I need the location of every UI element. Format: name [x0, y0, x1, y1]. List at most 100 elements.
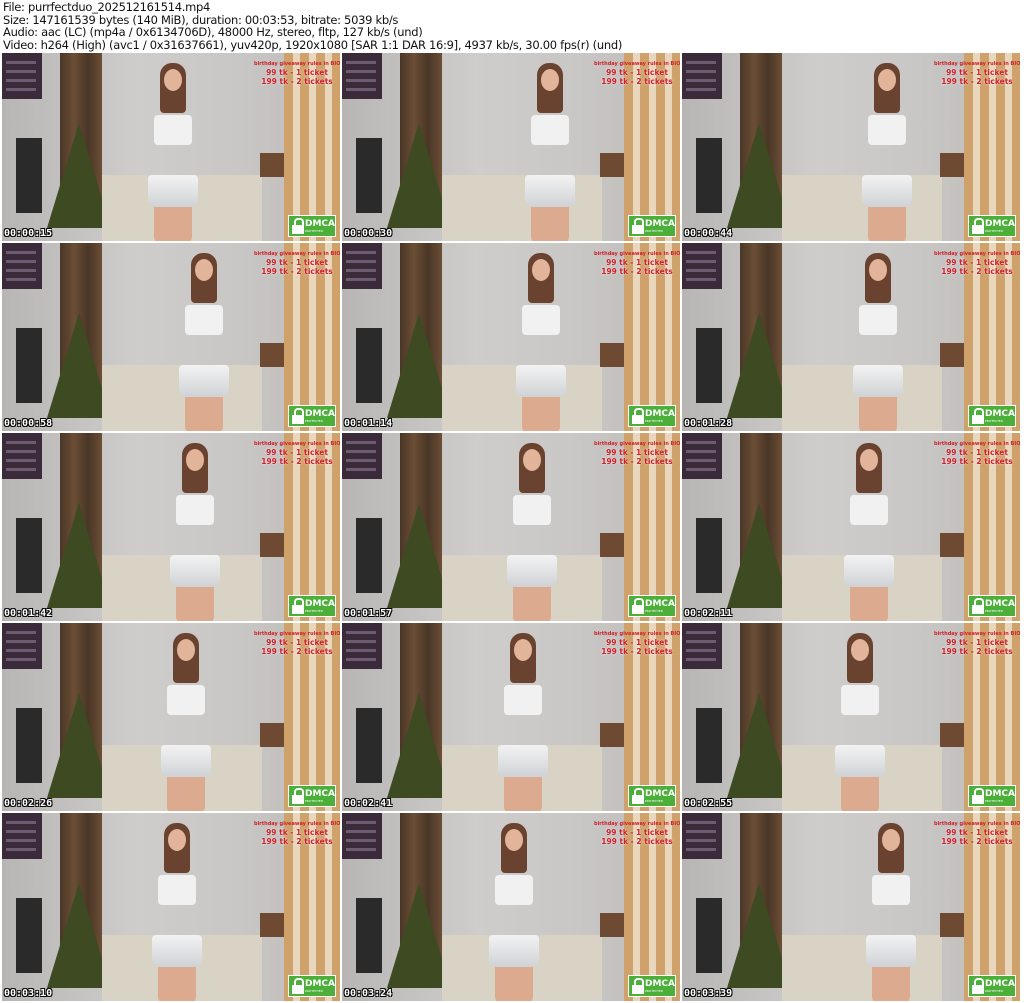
overlay-line: 199 tk - 2 tickets: [261, 77, 333, 86]
overlay-line: 99 tk - 1 ticket: [266, 638, 328, 647]
overlay-line: 199 tk - 2 tickets: [261, 647, 333, 656]
giveaway-overlay-text: birthday giveaway rules in BIO 99 tk - 1…: [934, 251, 1020, 276]
overlay-line: 99 tk - 1 ticket: [606, 448, 668, 457]
overlay-line: 99 tk - 1 ticket: [946, 448, 1008, 457]
giveaway-overlay-text: birthday giveaway rules in BIO 99 tk - 1…: [254, 251, 340, 276]
timestamp: 00:02:55: [684, 798, 733, 809]
dmca-label: DMCA: [645, 598, 675, 609]
lock-icon: [972, 218, 984, 234]
person: [510, 253, 570, 431]
overlay-line: birthday giveaway rules in BIO: [934, 441, 1020, 447]
overlay-line: birthday giveaway rules in BIO: [934, 631, 1020, 637]
timestamp: 00:00:58: [4, 418, 53, 429]
dmca-badge: DMCA PROTECTED: [628, 785, 676, 807]
dmca-sub: PROTECTED: [305, 608, 324, 613]
timestamp: 00:03:39: [684, 988, 733, 999]
timestamp: 00:02:11: [684, 608, 733, 619]
overlay-line: 99 tk - 1 ticket: [266, 68, 328, 77]
overlay-line: birthday giveaway rules in BIO: [594, 441, 680, 447]
overlay-line: 99 tk - 1 ticket: [606, 828, 668, 837]
timestamp: 00:00:44: [684, 228, 733, 239]
dmca-label: DMCA: [985, 788, 1015, 799]
overlay-line: 199 tk - 2 tickets: [261, 267, 333, 276]
giveaway-overlay-text: birthday giveaway rules in BIO 99 tk - 1…: [594, 61, 680, 86]
dmca-sub: PROTECTED: [645, 608, 664, 613]
file-info-header: File: purrfectduo_202512161514.mp4 Size: …: [3, 1, 622, 51]
person: [483, 823, 543, 1001]
lock-icon: [632, 598, 644, 614]
overlay-line: birthday giveaway rules in BIO: [594, 631, 680, 637]
video-thumbnail: birthday giveaway rules in BIO 99 tk - 1…: [342, 813, 680, 1001]
overlay-line: birthday giveaway rules in BIO: [254, 61, 340, 67]
timestamp: 00:00:30: [344, 228, 393, 239]
dmca-sub: PROTECTED: [645, 228, 664, 233]
video-thumbnail: birthday giveaway rules in BIO 99 tk - 1…: [2, 813, 340, 1001]
overlay-line: birthday giveaway rules in BIO: [934, 61, 1020, 67]
overlay-line: birthday giveaway rules in BIO: [594, 821, 680, 827]
dmca-label: DMCA: [985, 408, 1015, 419]
monitor: [16, 328, 42, 403]
video-thumbnail: birthday giveaway rules in BIO 99 tk - 1…: [682, 623, 1020, 811]
lock-icon: [632, 408, 644, 424]
lock-icon: [632, 788, 644, 804]
lock-icon: [972, 598, 984, 614]
video-thumbnail: birthday giveaway rules in BIO 99 tk - 1…: [2, 433, 340, 621]
overlay-line: birthday giveaway rules in BIO: [254, 821, 340, 827]
person: [829, 633, 889, 811]
overlay-line: 199 tk - 2 tickets: [261, 837, 333, 846]
dmca-sub: PROTECTED: [305, 418, 324, 423]
overlay-line: birthday giveaway rules in BIO: [254, 631, 340, 637]
video-thumbnail: birthday giveaway rules in BIO 99 tk - 1…: [2, 53, 340, 241]
stream-stats-overlay: [342, 433, 382, 479]
dmca-badge: DMCA PROTECTED: [628, 595, 676, 617]
overlay-line: 99 tk - 1 ticket: [266, 448, 328, 457]
stream-stats-overlay: [2, 243, 42, 289]
lock-icon: [972, 408, 984, 424]
person: [146, 823, 206, 1001]
dmca-badge: DMCA PROTECTED: [288, 595, 336, 617]
monitor: [16, 708, 42, 783]
lock-icon: [292, 978, 304, 994]
person: [847, 253, 907, 431]
video-thumbnail: birthday giveaway rules in BIO 99 tk - 1…: [342, 243, 680, 431]
person: [501, 443, 561, 621]
lock-icon: [292, 408, 304, 424]
overlay-line: 99 tk - 1 ticket: [946, 258, 1008, 267]
stream-stats-overlay: [682, 813, 722, 859]
dmca-sub: PROTECTED: [985, 608, 1004, 613]
lock-icon: [292, 788, 304, 804]
overlay-line: 199 tk - 2 tickets: [941, 457, 1013, 466]
monitor: [696, 328, 722, 403]
overlay-line: 99 tk - 1 ticket: [266, 258, 328, 267]
giveaway-overlay-text: birthday giveaway rules in BIO 99 tk - 1…: [254, 821, 340, 846]
overlay-line: 99 tk - 1 ticket: [266, 828, 328, 837]
dmca-label: DMCA: [305, 218, 335, 229]
person: [838, 443, 898, 621]
person: [860, 823, 920, 1001]
dmca-badge: DMCA PROTECTED: [628, 215, 676, 237]
dmca-badge: DMCA PROTECTED: [968, 215, 1016, 237]
timestamp: 00:01:57: [344, 608, 393, 619]
overlay-line: birthday giveaway rules in BIO: [934, 251, 1020, 257]
giveaway-overlay-text: birthday giveaway rules in BIO 99 tk - 1…: [254, 631, 340, 656]
dmca-sub: PROTECTED: [985, 418, 1004, 423]
thumbnail-grid: birthday giveaway rules in BIO 99 tk - 1…: [2, 53, 1020, 1001]
dmca-label: DMCA: [305, 598, 335, 609]
lock-icon: [632, 218, 644, 234]
stream-stats-overlay: [342, 813, 382, 859]
overlay-line: 199 tk - 2 tickets: [941, 267, 1013, 276]
dmca-badge: DMCA PROTECTED: [968, 595, 1016, 617]
person: [164, 443, 224, 621]
person: [142, 63, 202, 241]
video-info: Video: h264 (High) (avc1 / 0x31637661), …: [3, 37, 623, 52]
stream-stats-overlay: [342, 53, 382, 99]
stream-stats-overlay: [682, 623, 722, 669]
overlay-line: 199 tk - 2 tickets: [601, 457, 673, 466]
dmca-badge: DMCA PROTECTED: [288, 215, 336, 237]
monitor: [696, 708, 722, 783]
person: [492, 633, 552, 811]
video-thumbnail: birthday giveaway rules in BIO 99 tk - 1…: [342, 53, 680, 241]
giveaway-overlay-text: birthday giveaway rules in BIO 99 tk - 1…: [594, 251, 680, 276]
monitor: [356, 138, 382, 213]
lock-icon: [292, 218, 304, 234]
